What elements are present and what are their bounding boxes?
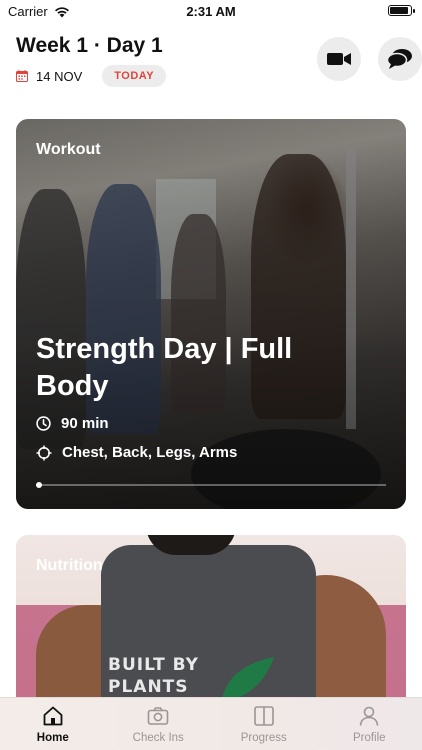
nutrition-card-label: Nutrition	[36, 557, 103, 574]
calendar-icon	[16, 70, 28, 82]
tab-check-ins[interactable]: Check Ins	[106, 698, 212, 750]
workout-muscles: Chest, Back, Legs, Arms	[36, 444, 237, 461]
tab-progress[interactable]: Progress	[211, 698, 317, 750]
today-button[interactable]: TODAY	[102, 65, 167, 87]
nutrition-card[interactable]: BUILT BY PLANTS Nutrition	[16, 535, 406, 710]
video-camera-icon	[327, 53, 351, 65]
split-panel-icon	[253, 706, 274, 726]
workout-card[interactable]: Workout Strength Day | Full Body 90 min …	[16, 119, 406, 509]
shirt-text: BUILT BY PLANTS	[108, 655, 199, 697]
person-icon	[359, 706, 379, 726]
date-row: 14 NOV TODAY	[16, 65, 167, 87]
workout-title: Strength Day | Full Body	[36, 333, 293, 402]
home-icon	[43, 706, 63, 726]
workout-duration: 90 min	[36, 415, 109, 432]
workout-card-label: Workout	[36, 141, 101, 158]
clock: 2:31 AM	[186, 4, 236, 19]
tab-check-ins-label: Check Ins	[132, 732, 184, 744]
tab-home[interactable]: Home	[0, 698, 106, 750]
duration-text: 90 min	[61, 415, 109, 432]
target-icon	[36, 445, 52, 460]
chat-bubbles-icon	[387, 49, 412, 69]
card-page-indicator	[36, 482, 386, 488]
tab-profile-label: Profile	[352, 732, 386, 744]
tab-profile[interactable]: Profile	[317, 698, 422, 750]
date-label: 14 NOV	[36, 68, 83, 84]
muscles-text: Chest, Back, Legs, Arms	[62, 444, 238, 461]
camera-icon	[147, 707, 169, 725]
status-bar: Carrier 2:31 AM	[0, 0, 422, 22]
day-header: Week 1 · Day 1 14 NOV TODAY	[16, 34, 422, 94]
tab-progress-label: Progress	[240, 732, 287, 744]
battery-icon	[388, 5, 415, 16]
video-button[interactable]	[317, 37, 361, 81]
clock-icon	[36, 416, 51, 431]
tab-bar: Home Check Ins Progress Profile	[0, 697, 422, 750]
tab-home-label: Home	[36, 732, 69, 744]
chat-button[interactable]	[378, 37, 422, 81]
